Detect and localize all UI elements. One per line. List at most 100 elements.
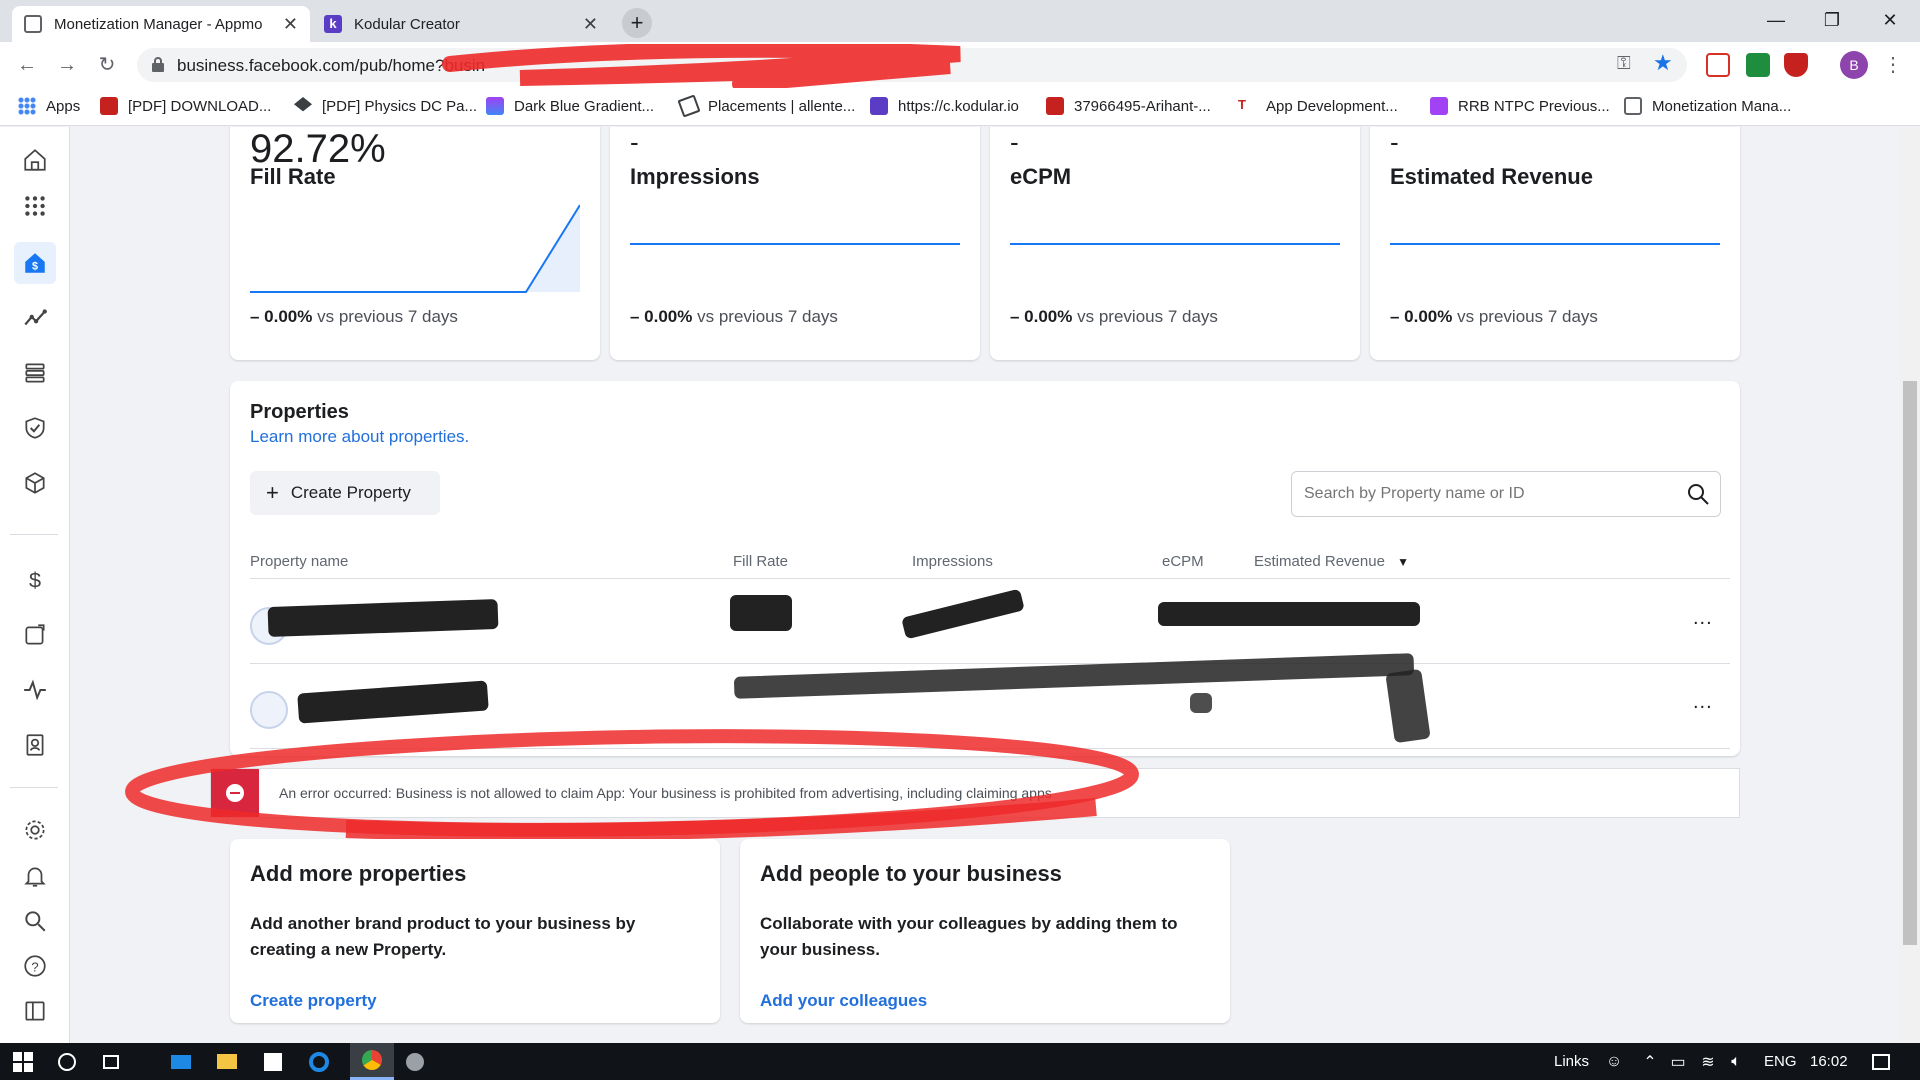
search-icon[interactable] [1686, 482, 1710, 506]
tab-monetization-manager[interactable]: Monetization Manager - Appmo ✕ [12, 6, 310, 42]
scrollbar-thumb[interactable] [1903, 381, 1917, 945]
key-icon[interactable]: ⚿ [1617, 53, 1631, 74]
windows-start-icon[interactable] [8, 1043, 38, 1080]
metric-change: – 0.00% [250, 307, 313, 326]
nav-home-icon[interactable] [14, 139, 56, 181]
add-colleagues-link[interactable]: Add your colleagues [760, 991, 927, 1011]
learn-more-link[interactable]: Learn more about properties. [250, 427, 469, 447]
bookmark-app-development[interactable]: T App Development... [1238, 97, 1398, 115]
links-toolbar-label[interactable]: Links [1554, 1053, 1589, 1070]
minimize-icon[interactable]: — [1748, 0, 1804, 42]
page-icon [24, 15, 42, 33]
close-window-icon[interactable]: ✕ [1862, 0, 1918, 42]
forward-arrow-icon[interactable]: → [52, 50, 82, 80]
wifi-icon[interactable]: ≋ [1696, 1043, 1720, 1080]
file-explorer-icon[interactable] [212, 1043, 242, 1080]
nav-all-tools-icon[interactable] [14, 185, 56, 227]
star-icon[interactable]: ★ [1653, 50, 1673, 76]
metric-card-fill-rate: 92.72% Fill Rate – 0.00% vs previous 7 d… [230, 127, 600, 360]
bookmark-placements[interactable]: Placements | allente... [677, 94, 855, 118]
fill-rate-sparkline [250, 204, 580, 293]
search-input[interactable] [1302, 484, 1672, 504]
kodular-icon [870, 97, 888, 115]
nav-monetization-home-icon[interactable]: $ [14, 242, 56, 284]
nav-activity-icon[interactable] [14, 669, 56, 711]
nav-search-icon[interactable] [14, 900, 56, 942]
nav-panel-toggle-icon[interactable] [14, 990, 56, 1032]
pocket-icon[interactable] [1706, 53, 1730, 77]
cortana-circle-icon[interactable] [52, 1043, 82, 1080]
menu-kebab-icon[interactable]: ⋮ [1878, 50, 1908, 80]
column-estimated-revenue[interactable]: Estimated Revenue ▼ [1254, 553, 1409, 570]
page-scrollbar[interactable] [1900, 127, 1920, 1043]
nav-bell-icon[interactable] [14, 855, 56, 897]
app-launcher-icon[interactable] [400, 1043, 430, 1080]
column-fill-rate[interactable]: Fill Rate [733, 553, 788, 570]
nav-contacts-icon[interactable] [14, 724, 56, 766]
nav-divider [10, 787, 58, 788]
task-view-icon[interactable] [96, 1043, 126, 1080]
bookmark-kodular[interactable]: https://c.kodular.io [870, 97, 1019, 115]
page-icon [1624, 97, 1642, 115]
nav-dollar-icon[interactable]: $ [14, 559, 56, 601]
store-icon[interactable] [258, 1043, 288, 1080]
bookmark-arihant[interactable]: 37966495-Arihant-... [1046, 97, 1211, 115]
restore-icon[interactable]: ❐ [1804, 0, 1860, 42]
reload-icon[interactable]: ↻ [92, 50, 122, 80]
create-property-button[interactable]: + Create Property [250, 471, 440, 515]
bookmark-physics[interactable]: [PDF] Physics DC Pa... [294, 97, 477, 115]
column-ecpm[interactable]: eCPM [1162, 553, 1204, 570]
property-search[interactable] [1291, 471, 1721, 517]
metric-label: Fill Rate [250, 164, 336, 189]
lock-icon [152, 57, 164, 72]
shield-extension-icon[interactable] [1784, 53, 1808, 77]
close-icon[interactable]: ✕ [583, 14, 598, 35]
promo-description: Collaborate with your colleagues by addi… [760, 914, 1178, 959]
chrome-taskbar-icon[interactable] [350, 1043, 394, 1080]
metric-compare-text: vs previous 7 days [697, 307, 838, 326]
bookmark-gradient[interactable]: Dark Blue Gradient... [486, 97, 654, 115]
nav-page-icon[interactable] [14, 614, 56, 656]
metric-sparkline [1390, 243, 1720, 245]
row-more-icon[interactable]: ... [1693, 607, 1713, 630]
metric-sparkline [1010, 243, 1340, 245]
nav-settings-gear-icon[interactable] [14, 809, 56, 851]
redaction-mark [730, 595, 792, 631]
tab-title: Monetization Manager - Appmo [54, 15, 263, 33]
notification-icon[interactable] [1868, 1043, 1894, 1080]
bookmark-rrb-ntpc[interactable]: RRB NTPC Previous... [1430, 97, 1610, 115]
nav-help-icon[interactable]: ? [14, 945, 56, 987]
bookmark-label: Dark Blue Gradient... [514, 97, 655, 115]
metric-card-ecpm: - eCPM – 0.00% vs previous 7 days [990, 127, 1360, 360]
extension-on-icon[interactable] [1746, 53, 1770, 77]
volume-icon[interactable]: 🔈︎ [1724, 1043, 1748, 1080]
battery-icon[interactable]: ▭ [1666, 1043, 1690, 1080]
tab-kodular-creator[interactable]: k Kodular Creator ✕ [312, 6, 610, 42]
create-property-link[interactable]: Create property [250, 991, 377, 1011]
bookmark-label: RRB NTPC Previous... [1458, 97, 1610, 115]
nav-analytics-icon[interactable] [14, 297, 56, 339]
profile-avatar[interactable]: B [1840, 51, 1868, 79]
bookmark-pdf-download[interactable]: [PDF] DOWNLOAD... [100, 97, 271, 115]
send-icon [677, 94, 701, 118]
column-impressions[interactable]: Impressions [912, 553, 993, 570]
column-property-name[interactable]: Property name [250, 553, 348, 570]
new-tab-button[interactable]: + [622, 8, 652, 38]
nav-shield-check-icon[interactable] [14, 407, 56, 449]
nav-divider [10, 534, 58, 535]
row-more-icon[interactable]: ... [1693, 691, 1713, 714]
language-indicator[interactable]: ENG [1764, 1053, 1797, 1070]
bookmark-apps[interactable]: Apps [18, 97, 80, 115]
nav-database-icon[interactable] [14, 352, 56, 394]
redaction-mark [1158, 602, 1420, 626]
back-arrow-icon[interactable]: ← [12, 50, 42, 80]
table-divider [250, 748, 1730, 749]
people-icon[interactable]: ☺ [1602, 1043, 1626, 1080]
clock-time[interactable]: 16:02 [1810, 1053, 1848, 1070]
mail-icon[interactable] [166, 1043, 196, 1080]
chevron-up-icon[interactable]: ⌃ [1640, 1043, 1660, 1080]
bookmark-monetization[interactable]: Monetization Mana... [1624, 97, 1791, 115]
nav-cube-icon[interactable] [14, 462, 56, 504]
close-icon[interactable]: ✕ [283, 14, 298, 35]
edge-icon[interactable] [304, 1043, 334, 1080]
